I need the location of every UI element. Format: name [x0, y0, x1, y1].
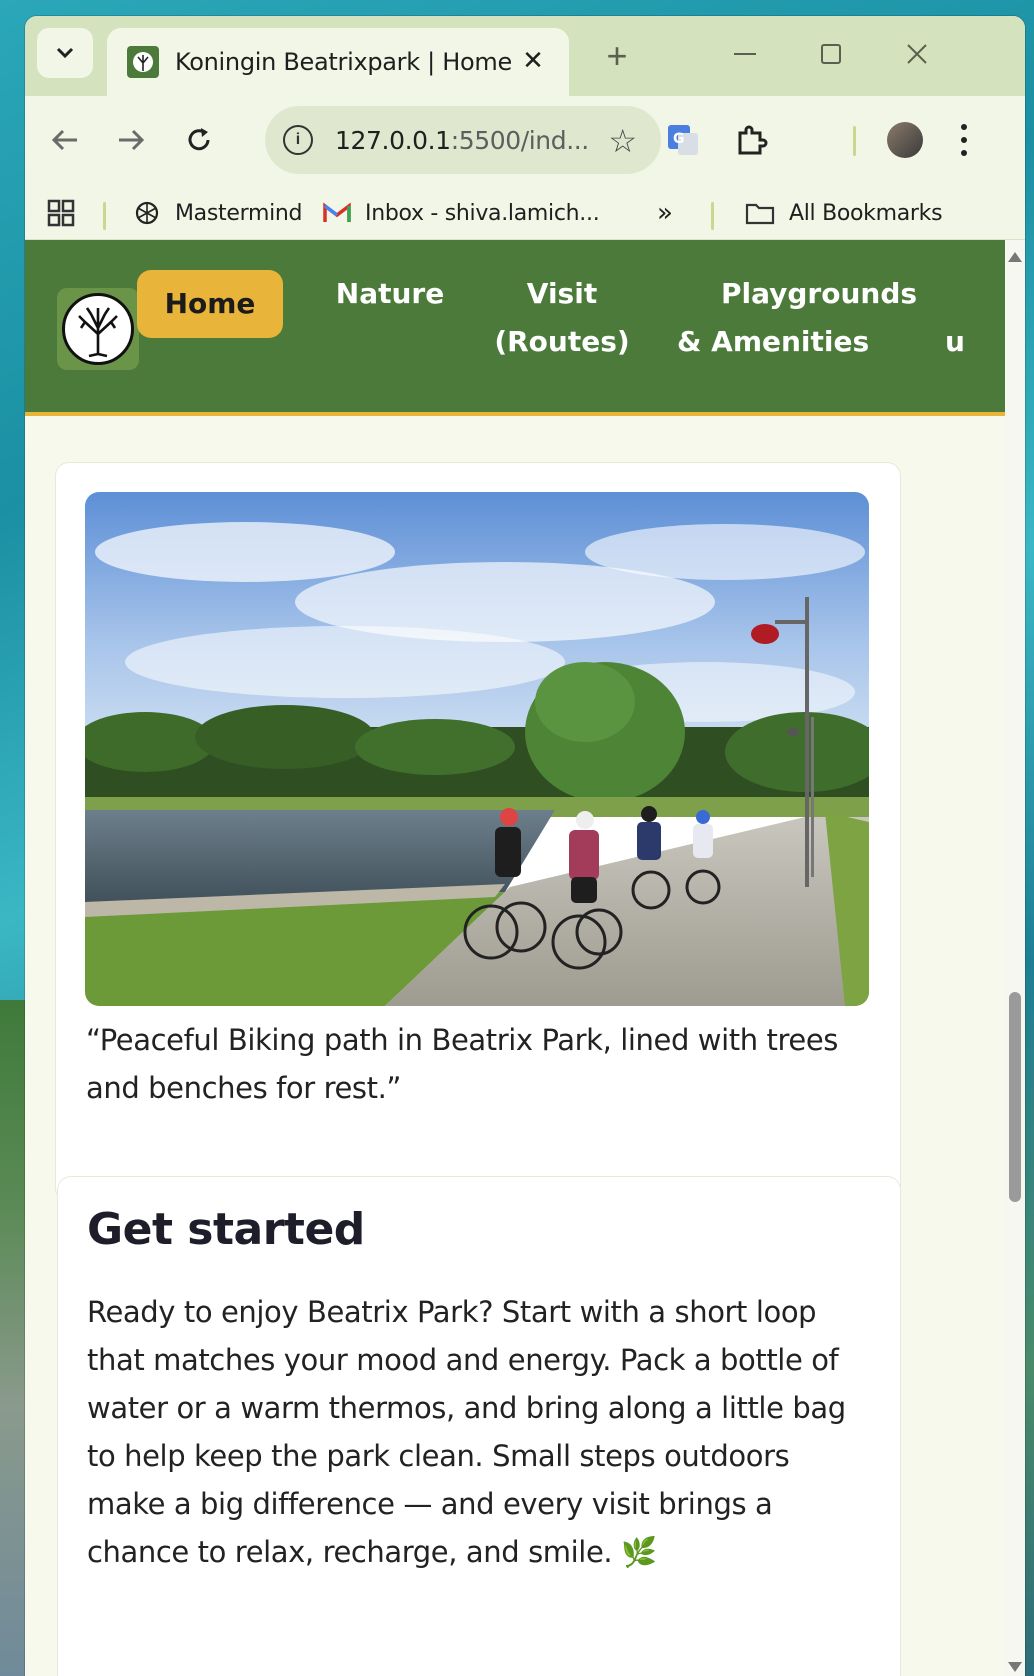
get-started-title: Get started — [87, 1204, 365, 1255]
close-window-icon[interactable] — [895, 36, 939, 72]
page-scrollbar[interactable] — [1005, 240, 1025, 1676]
tree-logo-icon — [78, 307, 118, 358]
scrollbar-thumb[interactable] — [1009, 992, 1021, 1202]
park-logo[interactable] — [57, 288, 139, 370]
close-tab-icon[interactable]: ✕ — [519, 45, 547, 75]
all-bookmarks[interactable]: All Bookmarks — [745, 186, 943, 240]
forward-icon[interactable] — [107, 116, 155, 164]
address-url: 127.0.0.1:5500/ind... — [335, 125, 589, 155]
biking-path-photo — [85, 492, 869, 1006]
nav-overflow-item[interactable]: u — [945, 318, 965, 366]
profile-avatar[interactable] — [887, 122, 923, 158]
bookmarks-divider-2 — [711, 202, 714, 230]
maximize-icon[interactable] — [809, 36, 853, 72]
extensions-icon[interactable] — [729, 118, 773, 162]
tab-strip: Koningin Beatrixpark | Home ✕ + — [25, 16, 1025, 96]
address-bar[interactable]: i 127.0.0.1:5500/ind... ☆ — [265, 106, 661, 174]
folder-icon — [745, 203, 775, 225]
photo-caption: “Peaceful Biking path in Beatrix Park, l… — [86, 1023, 838, 1105]
bookmark-star-icon[interactable]: ☆ — [608, 122, 637, 160]
apps-grid-icon[interactable] — [47, 186, 75, 240]
nav-nature[interactable]: Nature — [325, 270, 455, 318]
tree-favicon-icon — [127, 46, 159, 78]
nav-playgrounds-amenities[interactable]: Playgrounds & Amenities — [677, 270, 921, 366]
bookmarks-divider — [103, 202, 106, 230]
bookmark-mastermind[interactable]: Mastermind — [133, 186, 303, 240]
nav-home[interactable]: Home — [137, 270, 283, 338]
minimize-icon[interactable] — [723, 36, 767, 72]
desktop-wallpaper — [0, 1000, 26, 1676]
page-viewport: Home Nature Visit (Routes) Playgrounds &… — [25, 240, 1005, 1676]
openai-icon — [135, 201, 159, 225]
back-icon[interactable] — [41, 116, 89, 164]
menu-dots-icon[interactable] — [949, 120, 979, 160]
site-header: Home Nature Visit (Routes) Playgrounds &… — [25, 240, 1005, 416]
chevron-down-icon — [56, 47, 74, 59]
scroll-up-arrow-icon[interactable] — [1008, 252, 1022, 262]
bookmarks-overflow-icon[interactable]: » — [657, 186, 673, 240]
tab-search-button[interactable] — [37, 28, 93, 78]
google-translate-icon[interactable]: G — [661, 118, 705, 162]
tab-title: Koningin Beatrixpark | Home — [175, 48, 512, 76]
nav-visit-routes[interactable]: Visit (Routes) — [487, 270, 637, 366]
bookmarks-bar: Mastermind Inbox - shiva.lamich... » All… — [25, 186, 1025, 240]
site-info-icon[interactable]: i — [283, 125, 313, 155]
get-started-body: Ready to enjoy Beatrix Park? Start with … — [87, 1295, 846, 1569]
new-tab-icon[interactable]: + — [597, 35, 637, 76]
gmail-icon — [323, 202, 351, 222]
toolbar: i 127.0.0.1:5500/ind... ☆ G — [25, 96, 1025, 186]
svg-text:G: G — [673, 131, 685, 147]
scroll-down-arrow-icon[interactable] — [1008, 1662, 1022, 1672]
reload-icon[interactable] — [175, 116, 223, 164]
bookmark-inbox[interactable]: Inbox - shiva.lamich... — [323, 186, 600, 240]
tab-active[interactable]: Koningin Beatrixpark | Home ✕ — [107, 28, 569, 96]
browser-window: Koningin Beatrixpark | Home ✕ + i 127.0.… — [25, 16, 1025, 1676]
toolbar-divider — [853, 126, 856, 156]
